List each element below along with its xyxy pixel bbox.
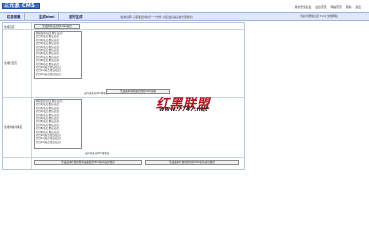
header-link-relogin[interactable]: 重新登录后台 bbox=[295, 5, 312, 9]
header-link-admin-home[interactable]: 后台首页 bbox=[315, 5, 326, 9]
app-logo: 三元素 CMS bbox=[4, 3, 36, 9]
content-column-select-list[interactable]: 网站首页(站点.默认站点) 栏目1(站点.默认站点) 栏目2(站点.默认站点) … bbox=[34, 99, 82, 149]
column-divider bbox=[31, 23, 32, 169]
watermark-sub: 下载 bbox=[200, 109, 206, 112]
generate-all-content-button[interactable]: 生成选中栏目的所有的html的内容详情页 bbox=[145, 160, 239, 165]
usage-notice: (使用说明: 只需要定时执行一个文件, 然后会自动完成全部更新) bbox=[120, 16, 193, 19]
header-link-logout[interactable]: 退出 bbox=[355, 5, 361, 9]
row-label-home: 生成首页 bbox=[4, 25, 15, 29]
tab-generate-html[interactable]: 生成html bbox=[36, 13, 59, 21]
status-text: 当前:新增加记录 T-2.6 文档网站 bbox=[300, 15, 338, 18]
list-item[interactable]: 栏目12(站点.默认站点) bbox=[36, 141, 81, 144]
tab-column-collect[interactable]: 栏目采集 bbox=[4, 13, 25, 21]
row-divider bbox=[3, 157, 244, 158]
generate-unupdated-content-button[interactable]: 生成选中栏目的所有未更新的html的内容详情页 bbox=[34, 160, 142, 165]
row-divider bbox=[3, 29, 244, 30]
multi-select-hint: 支持多选,按Ctrl键多选 bbox=[84, 92, 109, 95]
multi-select-hint: 支持多选,按Ctrl键多选 bbox=[85, 152, 110, 155]
row-label-column-pages: 生成栏目页 bbox=[4, 62, 17, 65]
list-item[interactable]: 栏目12(站点.默认站点) bbox=[36, 73, 81, 76]
header-link-site-home[interactable]: 网站首页 bbox=[331, 5, 342, 9]
tab-scheduled-generate[interactable]: 定时生成 bbox=[66, 13, 86, 21]
generate-index-button[interactable]: 生成所有站点的index首页 bbox=[34, 23, 80, 29]
header-links: 重新登录后台 后台首页 网站首页 帮助 退出 bbox=[295, 5, 361, 9]
row-label-content-pages: 生成内容详情页 bbox=[4, 126, 23, 129]
column-select-list[interactable]: 网站首页(站点.默认站点) 栏目1(站点.默认站点) 栏目2(站点.默认站点) … bbox=[34, 31, 82, 79]
header-link-help[interactable]: 帮助 bbox=[346, 5, 352, 9]
